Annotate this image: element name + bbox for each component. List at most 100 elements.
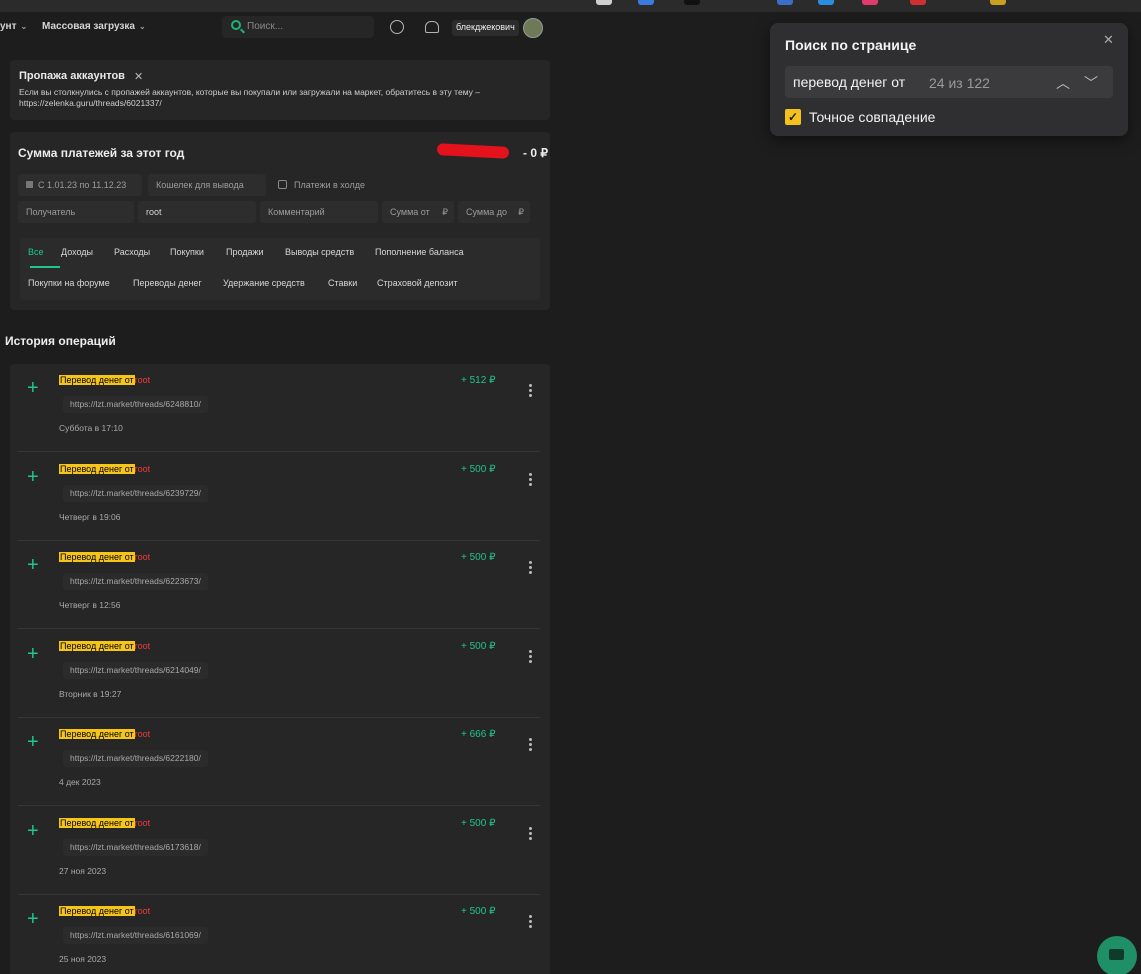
find-match-count: 24 из 122 — [929, 75, 990, 91]
tab-holds[interactable]: Удержание средств — [223, 278, 305, 288]
operation-user-link[interactable]: root — [135, 906, 151, 916]
operation-amount: + 500 ₽ — [461, 640, 496, 652]
operation-row: + Перевод денег отroot https://lzt.market/… — [18, 453, 540, 541]
tab-income[interactable]: Доходы — [61, 247, 93, 257]
tab-bets[interactable]: Ставки — [328, 278, 357, 288]
tab-expenses[interactable]: Расходы — [114, 247, 150, 257]
operation-thread-link[interactable]: https://lzt.market/threads/6248810/ — [63, 396, 208, 413]
sum-from-placeholder: Сумма от — [390, 207, 430, 217]
operation-user-link[interactable]: root — [135, 729, 151, 739]
operation-thread-link[interactable]: https://lzt.market/threads/6214049/ — [63, 661, 208, 679]
tab-insurance-deposit[interactable]: Страховой депозит — [377, 278, 458, 288]
operation-row: + Перевод денег отroot https://lzt.market/… — [18, 718, 540, 806]
tab-all[interactable]: Все — [28, 247, 44, 257]
operation-thread-link[interactable]: https://lzt.market/threads/6223673/ — [63, 573, 208, 590]
chevron-up-icon[interactable]: ︿ — [1056, 73, 1070, 93]
operation-user-link[interactable]: root — [135, 375, 151, 385]
tab-sales[interactable]: Продажи — [226, 247, 264, 257]
recipient-input[interactable]: Получатель — [18, 201, 134, 223]
operation-thread-link[interactable]: https://lzt.market/threads/6222180/ — [63, 750, 208, 767]
operation-amount: + 500 ₽ — [461, 463, 496, 475]
date-range-filter[interactable]: С 1.01.23 по 11.12.23 — [18, 174, 142, 196]
operation-row: + Перевод денег отroot https://lzt.market/… — [18, 364, 540, 452]
sender-input[interactable]: root — [138, 201, 256, 223]
tab-top-up[interactable]: Пополнение баланса — [375, 247, 464, 257]
operation-title: Перевод денег отroot — [59, 640, 151, 651]
operation-row: + Перевод денег отroot https://lzt.market/… — [18, 630, 540, 718]
exact-match-checkbox[interactable]: ✓ — [785, 109, 801, 125]
operation-amount: + 666 ₽ — [461, 729, 496, 740]
date-range-value: С 1.01.23 по 11.12.23 — [38, 180, 127, 190]
chat-icon[interactable] — [390, 20, 404, 34]
operation-title: Перевод денег отroot — [59, 729, 150, 739]
operation-highlight: Перевод денег от — [59, 375, 135, 385]
search-input[interactable]: Поиск... — [222, 16, 374, 38]
find-query: перевод денег от — [793, 74, 906, 90]
find-in-page-panel: Поиск по странице ✕ перевод денег от 24 … — [770, 23, 1128, 136]
comment-placeholder: Комментарий — [268, 207, 325, 217]
operation-thread-link[interactable]: https://lzt.market/threads/6239729/ — [63, 484, 208, 502]
more-options-icon[interactable] — [529, 826, 533, 841]
bookmark-icon[interactable] — [990, 0, 1006, 5]
chevron-down-icon[interactable]: ﹀ — [1084, 73, 1098, 93]
hold-label: Платежи в холде — [294, 180, 365, 190]
close-icon[interactable]: ✕ — [134, 70, 143, 83]
tab-transfers[interactable]: Переводы денег — [133, 278, 202, 288]
more-options-icon[interactable] — [529, 915, 533, 929]
tab-purchases[interactable]: Покупки — [170, 247, 204, 257]
nav-account-menu[interactable]: унт ⌄ — [0, 21, 27, 32]
more-options-icon[interactable] — [529, 561, 533, 575]
sum-to-input[interactable]: Сумма до ₽ — [458, 201, 530, 223]
sum-from-input[interactable]: Сумма от ₽ — [382, 201, 454, 223]
wallet-placeholder: Кошелек для вывода — [156, 180, 244, 190]
wallet-select[interactable]: Кошелек для вывода — [148, 174, 266, 196]
bookmark-icon[interactable] — [910, 0, 926, 5]
bookmark-icon[interactable] — [638, 0, 654, 5]
notice-banner: Пропажа аккаунтов ✕ Если вы столкнулись … — [10, 60, 550, 120]
more-options-icon[interactable] — [529, 649, 533, 664]
bookmark-icon[interactable] — [596, 0, 612, 5]
chat-fab-button[interactable] — [1097, 936, 1137, 974]
nav-bulk-upload[interactable]: Массовая загрузка ⌄ — [42, 21, 146, 32]
username-badge[interactable]: блекджекович — [452, 20, 519, 36]
plus-icon: + — [27, 465, 39, 488]
operation-date: Четверг в 19:06 — [59, 511, 121, 522]
bookmark-icon[interactable] — [862, 0, 878, 5]
plus-icon: + — [27, 377, 39, 399]
operation-user-link[interactable]: root — [135, 818, 151, 828]
close-icon[interactable]: ✕ — [1103, 32, 1114, 48]
bookmark-icon[interactable] — [777, 0, 793, 5]
payments-title: Сумма платежей за этот год — [18, 146, 185, 160]
avatar[interactable] — [523, 18, 543, 38]
hold-checkbox[interactable]: Платежи в холде — [270, 174, 382, 196]
operation-user-link[interactable]: root — [135, 464, 151, 474]
tab-forum-purchases[interactable]: Покупки на форуме — [28, 278, 110, 288]
find-input[interactable]: перевод денег от 24 из 122 ︿ ﹀ — [785, 66, 1113, 98]
bookmark-icon[interactable] — [684, 0, 700, 5]
recipient-placeholder: Получатель — [26, 207, 76, 217]
bell-icon[interactable] — [425, 21, 439, 33]
bookmark-icon[interactable] — [818, 0, 834, 5]
tab-withdrawals[interactable]: Выводы средств — [285, 247, 354, 257]
operation-row: + Перевод денег отroot https://lzt.market/… — [18, 895, 540, 974]
more-options-icon[interactable] — [529, 384, 533, 398]
operation-thread-link[interactable]: https://lzt.market/threads/6161069/ — [63, 927, 208, 944]
sum-to-placeholder: Сумма до — [466, 207, 508, 217]
operation-thread-link[interactable]: https://lzt.market/threads/6173618/ — [63, 838, 208, 856]
operation-type-tabs: Все Доходы Расходы Покупки Продажи Вывод… — [20, 238, 540, 300]
notice-text: Если вы столкнулись с пропажей аккаунтов… — [19, 87, 480, 108]
operation-date: Вторник в 19:27 — [59, 688, 122, 699]
more-options-icon[interactable] — [529, 738, 533, 752]
operation-date: 27 ноя 2023 — [59, 865, 107, 876]
checkbox-icon — [278, 180, 287, 189]
operations-history-list: + Перевод денег отroot https://lzt.market/… — [10, 364, 550, 974]
nav-bulk-upload-label: Массовая загрузка — [42, 21, 135, 32]
more-options-icon[interactable] — [529, 472, 533, 487]
operation-highlight: Перевод денег от — [59, 552, 135, 562]
operation-user-link[interactable]: root — [135, 552, 151, 562]
operation-date: 25 ноя 2023 — [59, 954, 107, 964]
chevron-down-icon: ⌄ — [138, 22, 146, 31]
comment-input[interactable]: Комментарий — [260, 201, 378, 223]
operation-user-link[interactable]: root — [135, 641, 151, 651]
operation-amount: + 512 ₽ — [461, 375, 496, 386]
